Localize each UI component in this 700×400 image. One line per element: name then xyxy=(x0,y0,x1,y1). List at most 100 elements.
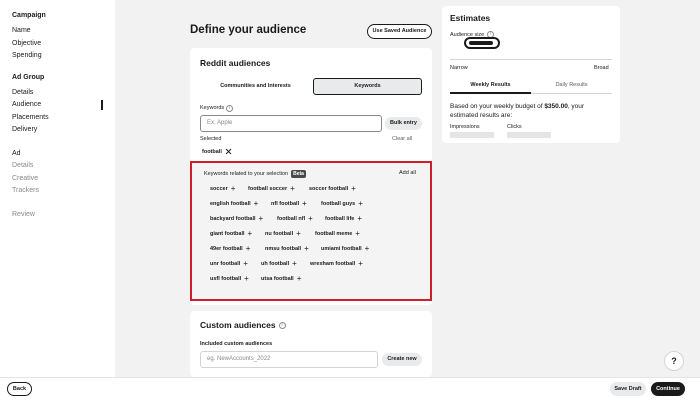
suggested-keyword[interactable]: soccer + xyxy=(210,185,236,193)
plus-icon[interactable]: + xyxy=(244,275,249,283)
info-icon[interactable]: i xyxy=(225,105,233,112)
plus-icon[interactable]: + xyxy=(357,215,362,223)
audience-size-indicator xyxy=(464,37,500,49)
plus-icon[interactable]: + xyxy=(355,230,360,238)
page-title: Define your audience xyxy=(190,24,307,36)
sidebar-section-ad: Ad xyxy=(12,149,21,157)
close-icon[interactable] xyxy=(225,148,232,155)
tab-daily-results[interactable]: Daily Results xyxy=(531,78,612,94)
narrow-label: Narrow xyxy=(450,65,468,71)
left-sidebar: Campaign Name Objective Spending Ad Grou… xyxy=(0,0,115,377)
plus-icon[interactable]: + xyxy=(246,245,251,253)
plus-icon[interactable]: + xyxy=(292,260,297,268)
tab-communities-and-interests[interactable]: Communities and Interests xyxy=(200,78,311,95)
selected-label: Selected xyxy=(200,136,222,142)
selected-keyword-chip: football xyxy=(202,148,232,155)
tab-weekly-results[interactable]: Weekly Results xyxy=(450,78,531,94)
plus-icon[interactable]: + xyxy=(297,275,302,283)
plus-icon[interactable]: + xyxy=(296,230,301,238)
reddit-audiences-title: Reddit audiences xyxy=(200,58,271,68)
beta-badge: Beta xyxy=(291,170,306,178)
suggested-keyword[interactable]: utsa football + xyxy=(261,275,302,283)
suggested-keyword[interactable]: nu football + xyxy=(265,230,301,238)
related-keywords-label: Keywords related to your selection xyxy=(204,171,289,177)
suggested-keyword[interactable]: football life + xyxy=(325,215,362,223)
suggested-keyword[interactable]: backyard football + xyxy=(210,215,264,223)
suggested-keyword[interactable]: wrexham football + xyxy=(310,260,363,268)
impressions-label: Impressions xyxy=(450,124,480,130)
sidebar-item-objective[interactable]: Objective xyxy=(12,38,115,51)
suggested-keyword[interactable]: football nfl + xyxy=(277,215,313,223)
suggested-keyword[interactable]: giant football + xyxy=(210,230,253,238)
suggested-keyword[interactable]: 49er football + xyxy=(210,245,251,253)
plus-icon[interactable]: + xyxy=(351,185,356,193)
related-keywords-header: Keywords related to your selection Beta xyxy=(204,170,306,178)
custom-audiences-title-text: Custom audiences xyxy=(200,320,276,330)
suggested-keyword[interactable]: football meme + xyxy=(315,230,360,238)
clicks-label: Clicks xyxy=(507,124,522,130)
suggested-keyword[interactable]: nfl football + xyxy=(271,200,307,208)
audience-type-tabs: Communities and Interests Keywords xyxy=(200,78,422,95)
help-button[interactable]: ? xyxy=(664,351,684,371)
plus-icon[interactable]: + xyxy=(248,230,253,238)
related-keywords-panel: Keywords related to your selection Beta … xyxy=(190,161,432,301)
estimates-card: Estimates Audience size i Narrow Broad W… xyxy=(442,6,620,143)
keywords-label: Keywords i xyxy=(200,105,233,112)
info-icon[interactable]: i xyxy=(278,321,286,329)
sidebar-item-trackers[interactable]: Trackers xyxy=(12,185,115,198)
audience-size-track xyxy=(450,59,612,60)
sidebar-section-ad-group: Ad Group xyxy=(12,73,45,81)
estimates-title: Estimates xyxy=(450,13,491,23)
suggested-keyword[interactable]: nmsu football + xyxy=(265,245,309,253)
sidebar-item-details[interactable]: Details xyxy=(12,87,115,100)
broad-label: Broad xyxy=(594,65,609,71)
plus-icon[interactable]: + xyxy=(231,185,236,193)
plus-icon[interactable]: + xyxy=(243,260,248,268)
plus-icon[interactable]: + xyxy=(365,245,370,253)
impressions-placeholder xyxy=(450,132,494,138)
sidebar-item-placements[interactable]: Placements xyxy=(12,112,115,125)
plus-icon[interactable]: + xyxy=(290,185,295,193)
suggested-keyword[interactable]: usfl football + xyxy=(210,275,249,283)
suggested-keyword[interactable]: soccer football + xyxy=(309,185,356,193)
sidebar-item-creative[interactable]: Creative xyxy=(12,173,115,186)
custom-audience-input[interactable]: eg. NewAccounts_2022 xyxy=(200,351,378,368)
sidebar-item-spending[interactable]: Spending xyxy=(12,50,115,63)
plus-icon[interactable]: + xyxy=(302,200,307,208)
create-new-button[interactable]: Create new xyxy=(382,353,422,366)
plus-icon[interactable]: + xyxy=(304,245,309,253)
included-custom-audiences-label: Included custom audiences xyxy=(200,341,273,347)
custom-audiences-card: Custom audiences i Included custom audie… xyxy=(190,311,432,377)
suggested-keyword[interactable]: english football + xyxy=(210,200,259,208)
keywords-label-text: Keywords xyxy=(200,105,225,111)
reddit-audiences-card: Reddit audiences Communities and Interes… xyxy=(190,48,432,305)
sidebar-item-ad-details[interactable]: Details xyxy=(12,160,115,173)
tab-keywords[interactable]: Keywords xyxy=(313,78,422,95)
add-all-link[interactable]: Add all xyxy=(399,170,416,176)
continue-button[interactable]: Continue xyxy=(651,382,685,396)
keywords-input[interactable]: Ex. Apple xyxy=(200,115,382,132)
plus-icon[interactable]: + xyxy=(358,200,363,208)
results-tabs: Weekly Results Daily Results xyxy=(450,78,612,94)
suggested-keyword[interactable]: umiami football + xyxy=(321,245,370,253)
suggested-keyword[interactable]: football soccer + xyxy=(248,185,295,193)
back-button[interactable]: Back xyxy=(7,382,32,396)
use-saved-audience-button[interactable]: Use Saved Audience xyxy=(367,24,432,39)
sidebar-item-delivery[interactable]: Delivery xyxy=(12,124,115,137)
plus-icon[interactable]: + xyxy=(254,200,259,208)
clear-all-link[interactable]: Clear all xyxy=(392,136,412,142)
save-draft-button[interactable]: Save Draft xyxy=(610,382,646,396)
suggested-keyword[interactable]: unr football + xyxy=(210,260,248,268)
sidebar-item-audience[interactable]: Audience xyxy=(12,99,115,112)
plus-icon[interactable]: + xyxy=(259,215,264,223)
bottom-action-bar: Back Save Draft Continue xyxy=(0,377,700,400)
custom-audiences-title: Custom audiences i xyxy=(200,320,286,330)
suggested-keyword[interactable]: uh football + xyxy=(261,260,297,268)
suggested-keyword[interactable]: football guys + xyxy=(321,200,363,208)
sidebar-item-review[interactable]: Review xyxy=(12,209,115,222)
sidebar-item-name[interactable]: Name xyxy=(12,25,115,38)
plus-icon[interactable]: + xyxy=(308,215,313,223)
plus-icon[interactable]: + xyxy=(358,260,363,268)
budget-summary: Based on your weekly budget of $350.00, … xyxy=(450,103,585,119)
bulk-entry-button[interactable]: Bulk entry xyxy=(385,117,422,130)
